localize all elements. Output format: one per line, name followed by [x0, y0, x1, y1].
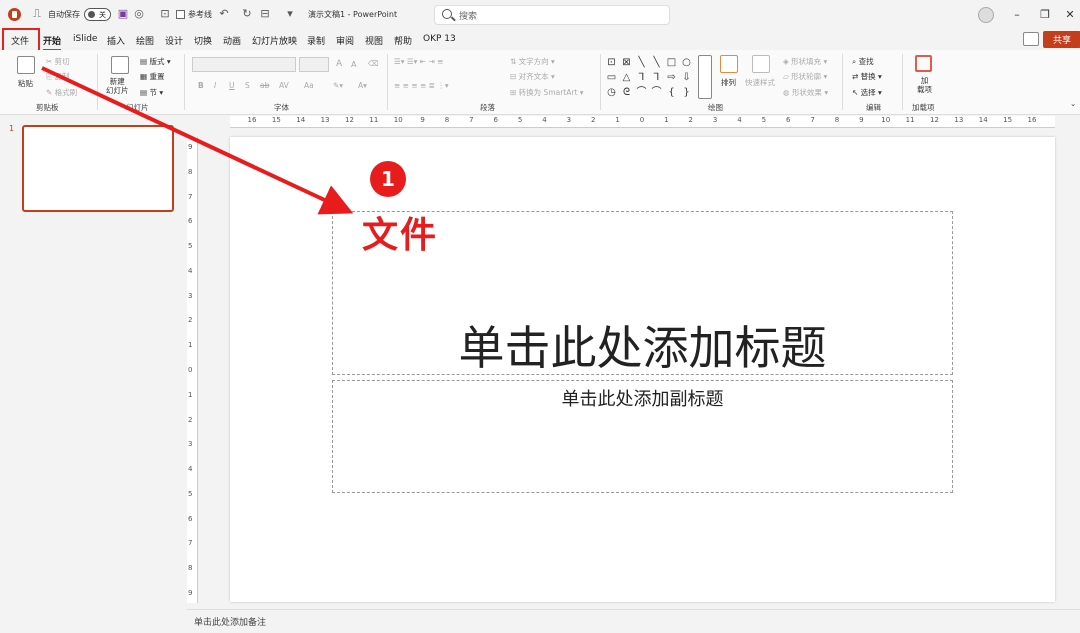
- arrow-line: [41, 66, 354, 215]
- step-badge: 1: [370, 161, 406, 197]
- notes-placeholder: 单击此处添加备注: [194, 618, 267, 628]
- powerpoint-window: ⎍ 自动保存 关 ▣ ◎ ⊡ 参考线 ↶ ↻ ⊟ ▾ 演示文稿1 - Power…: [0, 0, 1080, 633]
- notes-pane[interactable]: 单击此处添加备注: [187, 609, 1080, 633]
- annotation-arrow: [41, 66, 354, 215]
- callout-label: 文件: [362, 215, 439, 256]
